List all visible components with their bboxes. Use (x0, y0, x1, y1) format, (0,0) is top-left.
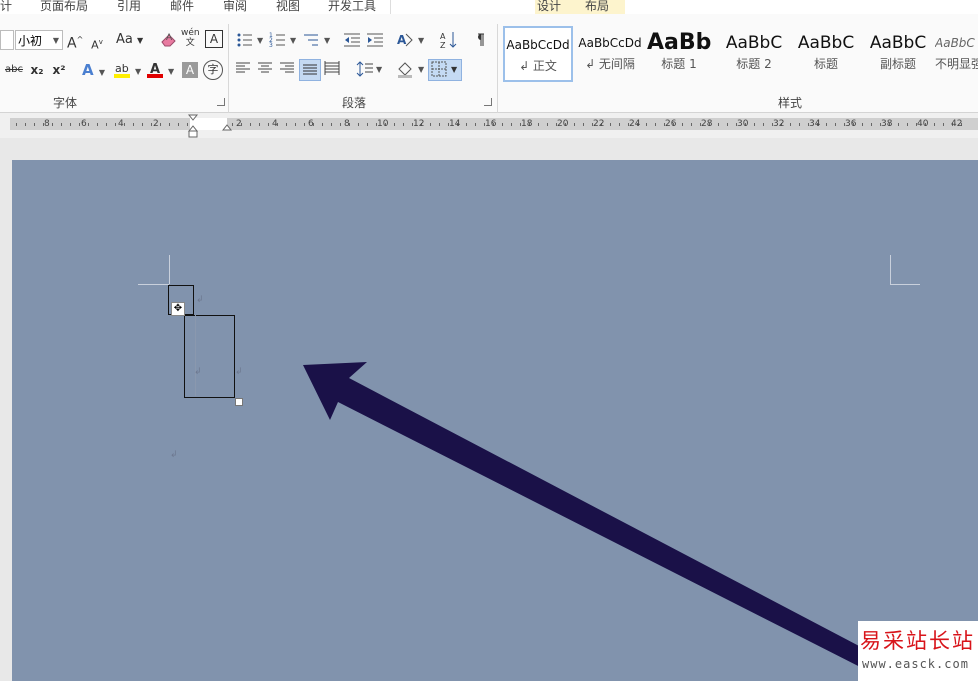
annotation-arrow-icon (303, 362, 880, 672)
watermark-title: 易采站长站 (860, 629, 975, 653)
watermark-url: www.easck.com (862, 657, 969, 671)
watermark: 易采站长站 www.easck.com (858, 621, 978, 681)
